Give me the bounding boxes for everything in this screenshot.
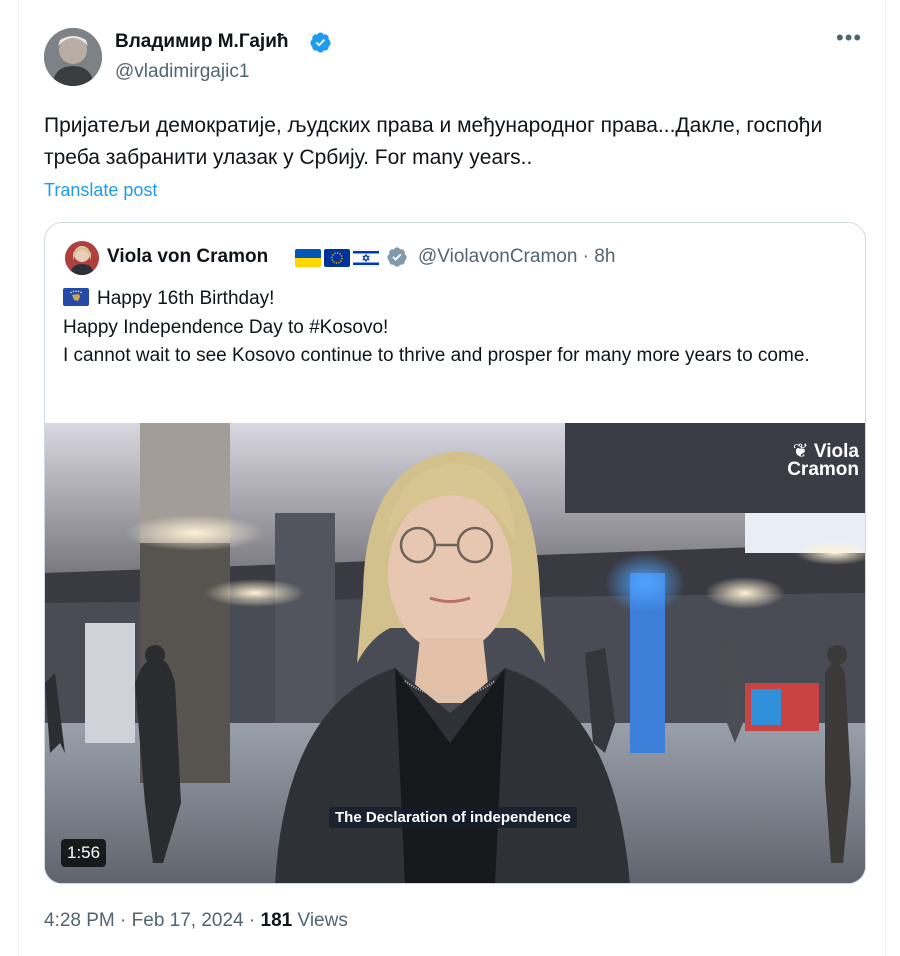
quote-text: Happy 16th Birthday! Happy Independence … — [63, 285, 853, 371]
ukraine-flag-icon — [295, 249, 321, 267]
verified-badge-icon — [310, 32, 331, 53]
views-label: Views — [292, 910, 348, 931]
tweet-timestamp[interactable]: 4:28 PM · Feb 17, 2024 · — [44, 910, 261, 931]
author-avatar[interactable] — [44, 28, 102, 86]
tweet-footer: 4:28 PM · Feb 17, 2024 · 181 Views — [44, 910, 348, 932]
eu-flag-icon — [324, 249, 350, 267]
kosovo-flag-icon — [63, 288, 89, 306]
quote-line-1-text: Happy 16th Birthday! — [97, 288, 275, 309]
author-name[interactable]: Владимир М.Гајић — [115, 31, 288, 53]
quote-line-2: Happy Independence Day to #Kosovo! — [63, 316, 389, 338]
quote-author-avatar[interactable] — [65, 241, 99, 275]
video-duration-badge: 1:56 — [61, 839, 107, 867]
quote-line-1: Happy 16th Birthday! — [63, 285, 853, 314]
video-logo-line-2: Cramon — [787, 459, 859, 480]
quote-verified-badge-icon — [387, 247, 407, 267]
quoted-tweet[interactable]: Viola von Cramon @ViolavonCramon · 8h Ha… — [44, 222, 866, 884]
video-caption: The Declaration of independence — [329, 807, 577, 828]
more-options-button[interactable]: ••• — [836, 27, 870, 52]
tweet-text: Пријатељи демократије, људских права и м… — [44, 114, 823, 169]
video-player[interactable]: ❦ Viola Cramon The Declaration of indepe… — [45, 423, 865, 883]
video-logo: ❦ Viola Cramon — [787, 442, 859, 480]
author-handle[interactable]: @vladimirgajic1 — [115, 61, 249, 83]
translate-post-link[interactable]: Translate post — [44, 180, 157, 201]
views-count[interactable]: 181 — [261, 910, 293, 931]
quote-line-3: I cannot wait to see Kosovo continue to … — [63, 345, 810, 366]
quote-handle-and-time[interactable]: @ViolavonCramon · 8h — [418, 246, 615, 268]
quote-author-name[interactable]: Viola von Cramon — [107, 246, 268, 268]
flags-group — [295, 249, 379, 267]
israel-flag-icon — [353, 249, 379, 267]
